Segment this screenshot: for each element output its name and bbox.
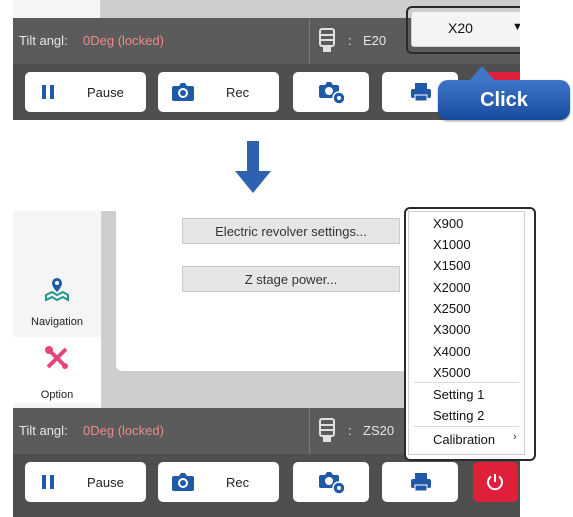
nosepiece-icon <box>318 418 336 447</box>
sidebar-item-option[interactable]: Option <box>13 337 101 403</box>
lens-value: ZS20 <box>363 423 395 438</box>
camera-settings-button[interactable] <box>293 72 369 112</box>
dropdown-option[interactable]: X1000 <box>433 237 471 252</box>
dropdown-separator <box>414 426 519 427</box>
down-arrow <box>247 141 259 171</box>
chevron-down-icon: ▼ <box>512 21 520 33</box>
camera-icon <box>171 472 195 495</box>
pause-button[interactable]: Pause <box>25 72 146 112</box>
toolbar: Pause Rec <box>13 454 520 517</box>
camera-settings-icon <box>318 81 346 108</box>
click-label: Click <box>480 89 528 111</box>
click-callout: Click <box>438 66 570 120</box>
option-label: Option <box>40 389 74 401</box>
tools-icon <box>44 345 70 374</box>
lens-value: E20 <box>363 33 387 48</box>
pause-icon <box>42 475 54 489</box>
magnification-dropdown-list: X900 X1000 X1500 X2000 X2500 X3000 X4000… <box>404 207 536 461</box>
submenu-arrow-icon: › <box>513 431 517 443</box>
dropdown-separator <box>414 382 519 383</box>
pause-button[interactable]: Pause <box>25 462 146 502</box>
tilt-angle-label: Tilt angl: <box>19 33 68 48</box>
dropdown-option[interactable]: X3000 <box>433 322 471 337</box>
dropdown-option[interactable]: X2000 <box>433 280 471 295</box>
dropdown-option-calibration[interactable]: Calibration <box>433 432 495 447</box>
navigation-label: Navigation <box>31 316 83 328</box>
camera-settings-icon <box>318 471 346 498</box>
sidebar-item-navigation[interactable]: Navigation <box>13 273 101 335</box>
print-button[interactable] <box>382 462 458 502</box>
dropdown-option[interactable]: X1500 <box>433 258 471 273</box>
rec-button[interactable]: Rec <box>158 72 279 112</box>
status-divider <box>309 18 310 64</box>
status-colon: : <box>348 33 352 48</box>
revolver-settings-button[interactable]: Electric revolver settings... <box>182 218 400 244</box>
tilt-angle-value: 0Deg (locked) <box>83 423 164 438</box>
nosepiece-icon <box>318 28 336 57</box>
callout-pointer <box>468 66 496 82</box>
rec-label: Rec <box>226 85 250 100</box>
navigation-map-icon <box>44 276 70 305</box>
power-button[interactable] <box>473 462 518 502</box>
camera-settings-button[interactable] <box>293 462 369 502</box>
dropdown-option[interactable]: X900 <box>433 216 463 231</box>
power-icon <box>485 472 505 495</box>
dropdown-option-setting-2[interactable]: Setting 2 <box>433 408 484 423</box>
dropdown-option-setting-1[interactable]: Setting 1 <box>433 387 484 402</box>
pause-label: Pause <box>87 85 124 100</box>
magnification-dropdown[interactable]: X20 ▼ <box>411 11 520 47</box>
zstage-power-button[interactable]: Z stage power... <box>182 266 400 292</box>
rec-button[interactable]: Rec <box>158 462 279 502</box>
down-arrow-head <box>235 171 271 193</box>
dropdown-value: X20 <box>448 20 473 36</box>
printer-icon <box>410 472 432 495</box>
tilt-angle-value: 0Deg (locked) <box>83 33 164 48</box>
tilt-angle-label: Tilt angl: <box>19 423 68 438</box>
sidebar: Navigation Option <box>13 211 102 408</box>
rec-label: Rec <box>226 475 250 490</box>
dropdown-option[interactable]: X5000 <box>433 365 471 380</box>
pause-label: Pause <box>87 475 124 490</box>
camera-icon <box>171 82 195 105</box>
status-colon: : <box>348 423 352 438</box>
dropdown-option[interactable]: X2500 <box>433 301 471 316</box>
dropdown-list-box: X900 X1000 X1500 X2000 X2500 X3000 X4000… <box>408 211 525 455</box>
printer-icon <box>410 82 432 105</box>
top-sidebar-remnant <box>13 0 101 18</box>
pause-icon <box>42 85 54 99</box>
dropdown-option[interactable]: X4000 <box>433 344 471 359</box>
status-divider <box>309 408 310 454</box>
